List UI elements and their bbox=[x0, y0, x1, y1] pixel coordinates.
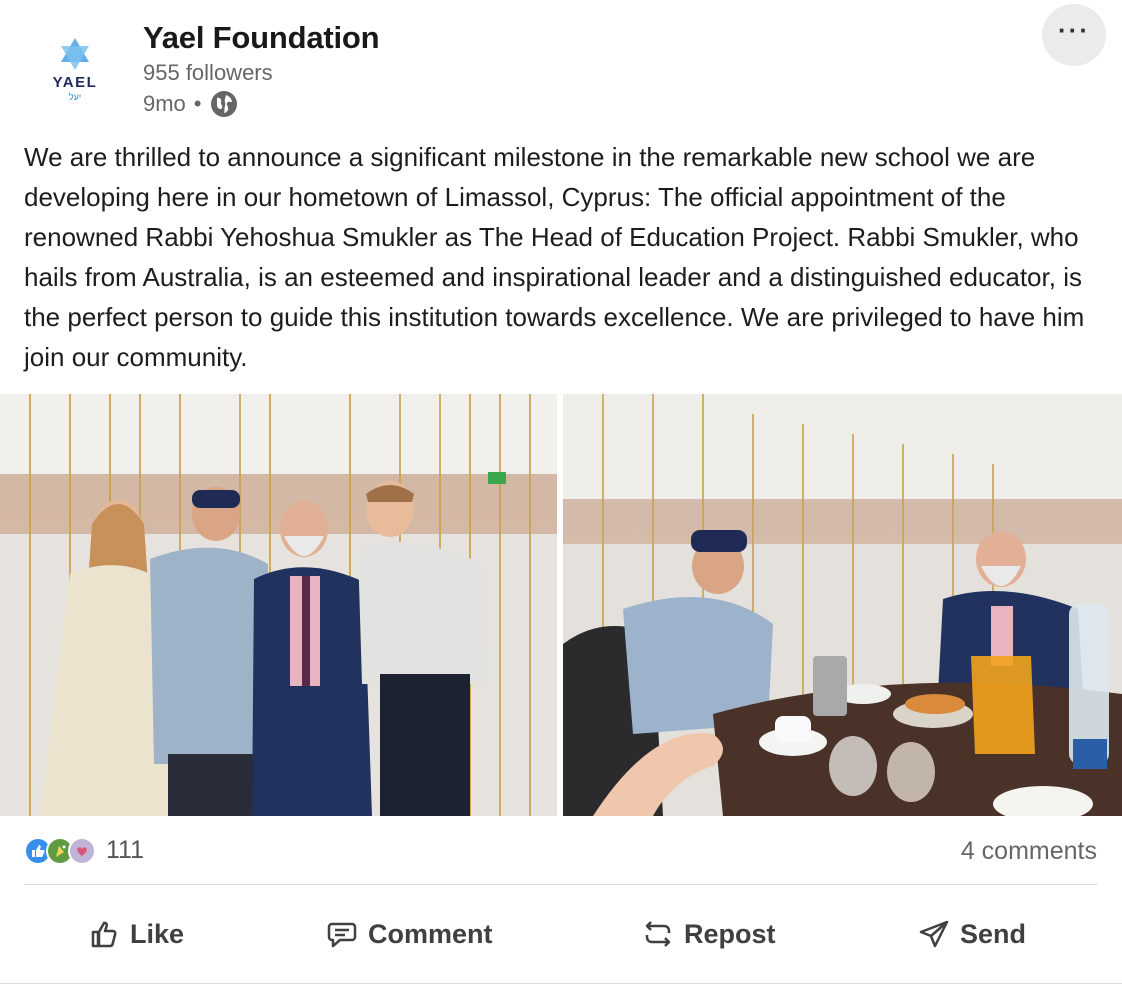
reaction-count: 111 bbox=[106, 836, 145, 864]
repost-button[interactable]: Repost bbox=[642, 908, 776, 960]
group-photo[interactable] bbox=[0, 394, 557, 816]
actions-divider bbox=[24, 884, 1098, 885]
more-options-button[interactable]: ··· bbox=[1042, 4, 1106, 66]
comments-count-link[interactable]: 4 comments bbox=[961, 837, 1097, 866]
author-name[interactable]: Yael Foundation bbox=[143, 20, 380, 56]
send-label: Send bbox=[960, 918, 1027, 949]
breakfast-photo-illustration bbox=[563, 394, 1122, 816]
send-button[interactable]: Send bbox=[918, 908, 1026, 960]
like-label: Like bbox=[130, 918, 185, 949]
post-card: YAEL יעל Yael Foundation 955 followers 9… bbox=[0, 0, 1122, 984]
breakfast-meeting-photo[interactable] bbox=[563, 394, 1122, 816]
post-meta: 9mo • bbox=[143, 90, 238, 118]
repost-label: Repost bbox=[684, 918, 776, 949]
star-of-david-icon bbox=[61, 38, 89, 70]
group-photo-illustration bbox=[0, 394, 557, 816]
comment-icon bbox=[327, 922, 357, 948]
logo-hebrew-text: יעל bbox=[68, 92, 82, 102]
repost-icon bbox=[645, 921, 671, 947]
post-text: We are thrilled to announce a significan… bbox=[24, 142, 1085, 372]
more-horizontal-icon: ··· bbox=[1058, 15, 1090, 45]
comment-label: Comment bbox=[368, 918, 493, 949]
post-age: 9mo bbox=[143, 91, 186, 116]
like-button[interactable]: Like bbox=[88, 908, 184, 960]
globe-icon bbox=[210, 91, 237, 117]
meta-separator: • bbox=[193, 91, 202, 116]
company-logo[interactable]: YAEL יעל bbox=[24, 18, 126, 120]
send-icon bbox=[919, 920, 949, 948]
reactions-summary[interactable]: 111 bbox=[24, 836, 144, 865]
comment-button[interactable]: Comment bbox=[326, 908, 493, 960]
thumbs-up-icon bbox=[91, 921, 117, 948]
follower-count: 955 followers bbox=[143, 60, 273, 85]
support-reaction-icon bbox=[68, 836, 96, 865]
logo-text: YAEL bbox=[52, 74, 98, 91]
